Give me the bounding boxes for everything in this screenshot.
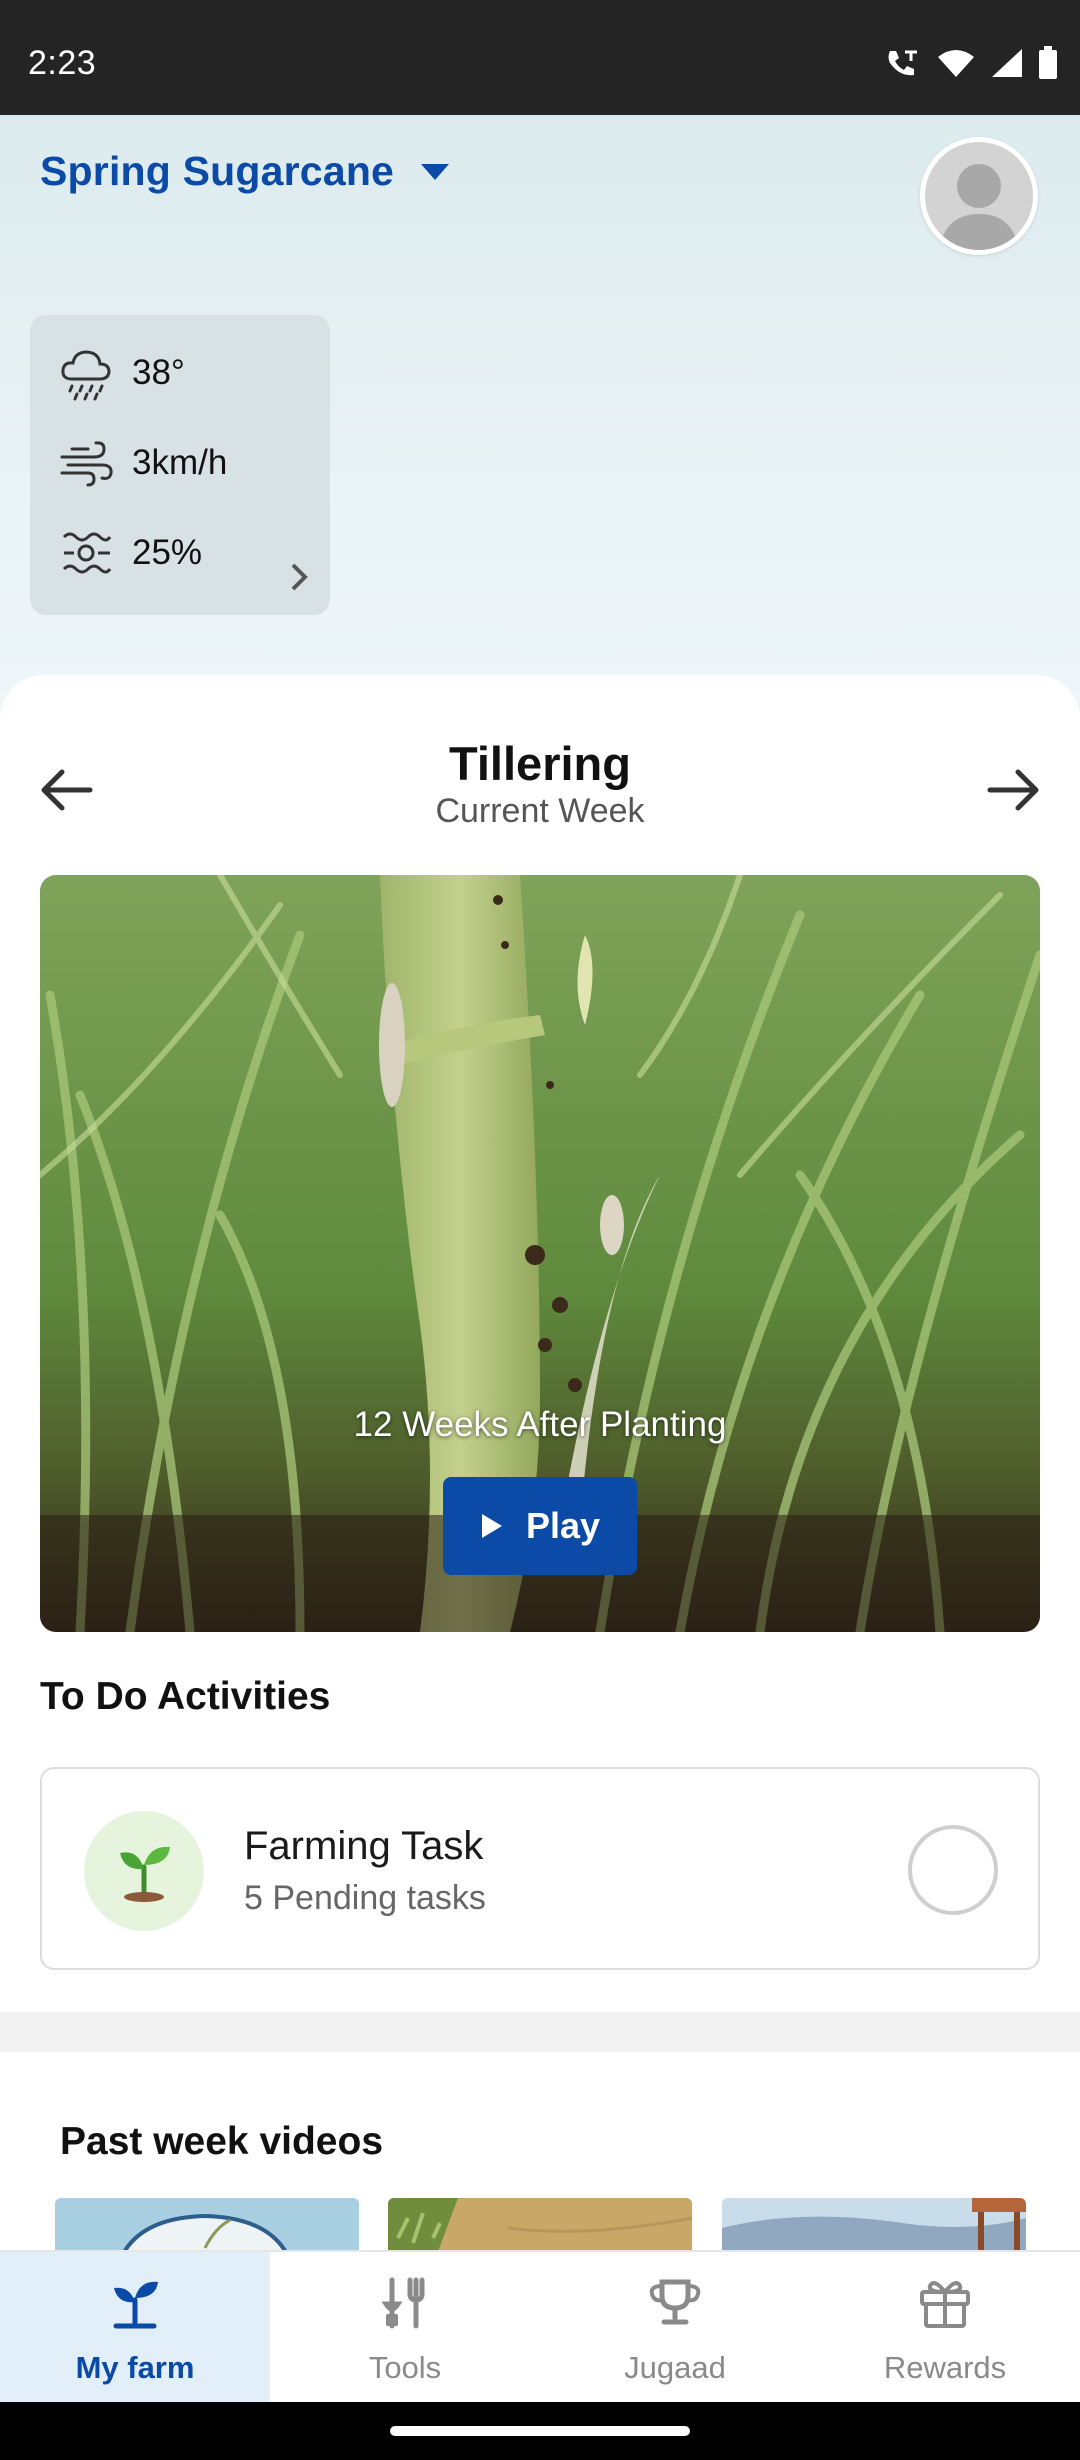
avatar[interactable] (920, 137, 1038, 255)
bottom-navigation: My farm Tools Jugaad Rewards (0, 2250, 1080, 2402)
stage-video-card[interactable]: 12 Weeks After Planting Play (40, 875, 1040, 1632)
tab-label: Rewards (883, 2350, 1007, 2385)
status-bar: 2:23 (0, 0, 1080, 115)
farming-task-card[interactable]: Farming Task 5 Pending tasks (40, 1767, 1040, 1970)
play-icon (481, 1514, 502, 1538)
tab-tools[interactable]: Tools (270, 2252, 540, 2402)
task-pending-count: 5 Pending tasks (244, 1879, 486, 1917)
tab-label: My farm (75, 2350, 195, 2385)
past-videos-title: Past week videos (60, 2120, 384, 2163)
video-caption: 12 Weeks After Planting (353, 1405, 727, 1444)
crop-name: Spring Sugarcane (40, 148, 395, 194)
task-name: Farming Task (244, 1824, 484, 1868)
week-navigator: Tillering Current Week (0, 730, 1080, 840)
plant-icon (113, 2281, 158, 2329)
gift-icon (920, 2281, 970, 2328)
humidity-value: 25% (132, 533, 203, 572)
seedling-icon (120, 1846, 170, 1902)
user-silhouette-icon (939, 164, 1019, 250)
tab-label: Tools (368, 2350, 442, 2385)
humidity-icon (62, 532, 112, 574)
signal-icon (992, 49, 1022, 77)
weather-humidity-row: 25% (58, 525, 202, 581)
stage-title: Tillering (449, 737, 631, 790)
battery-icon (1039, 46, 1057, 79)
play-button[interactable]: Play (443, 1477, 637, 1575)
tab-rewards[interactable]: Rewards (810, 2252, 1080, 2402)
task-checkbox[interactable] (908, 1825, 998, 1915)
tab-label: Jugaad (624, 2350, 726, 2385)
weather-temperature-row: 38° (58, 345, 185, 401)
tools-icon (381, 2277, 425, 2329)
wind-icon (60, 441, 113, 487)
chevron-right-icon (291, 563, 308, 591)
caret-down-icon (421, 163, 450, 180)
play-label: Play (525, 1505, 601, 1546)
home-gesture-handle[interactable] (390, 2426, 690, 2436)
crop-selector[interactable]: Spring Sugarcane (40, 148, 450, 195)
weather-wind-row: 3km/h (58, 435, 227, 491)
weather-card[interactable]: 38° 3km/h 25% (30, 315, 330, 615)
next-week-arrow-icon[interactable] (984, 760, 1044, 820)
wind-value: 3km/h (132, 443, 228, 482)
todo-section-title: To Do Activities (40, 1675, 331, 1718)
rain-cloud-icon (61, 350, 111, 401)
system-gesture-bar (0, 2402, 1080, 2460)
tab-jugaad[interactable]: Jugaad (540, 2252, 810, 2402)
stage-subtitle: Current Week (435, 792, 645, 830)
wifi-calling-icon (888, 50, 917, 76)
status-icons (884, 46, 1058, 80)
section-divider (0, 2012, 1080, 2052)
tab-my-farm[interactable]: My farm (0, 2252, 270, 2402)
trophy-icon (649, 2279, 701, 2325)
wifi-icon (938, 50, 974, 77)
task-icon-container (84, 1811, 204, 1931)
status-time: 2:23 (28, 44, 97, 82)
temperature-value: 38° (132, 353, 185, 392)
